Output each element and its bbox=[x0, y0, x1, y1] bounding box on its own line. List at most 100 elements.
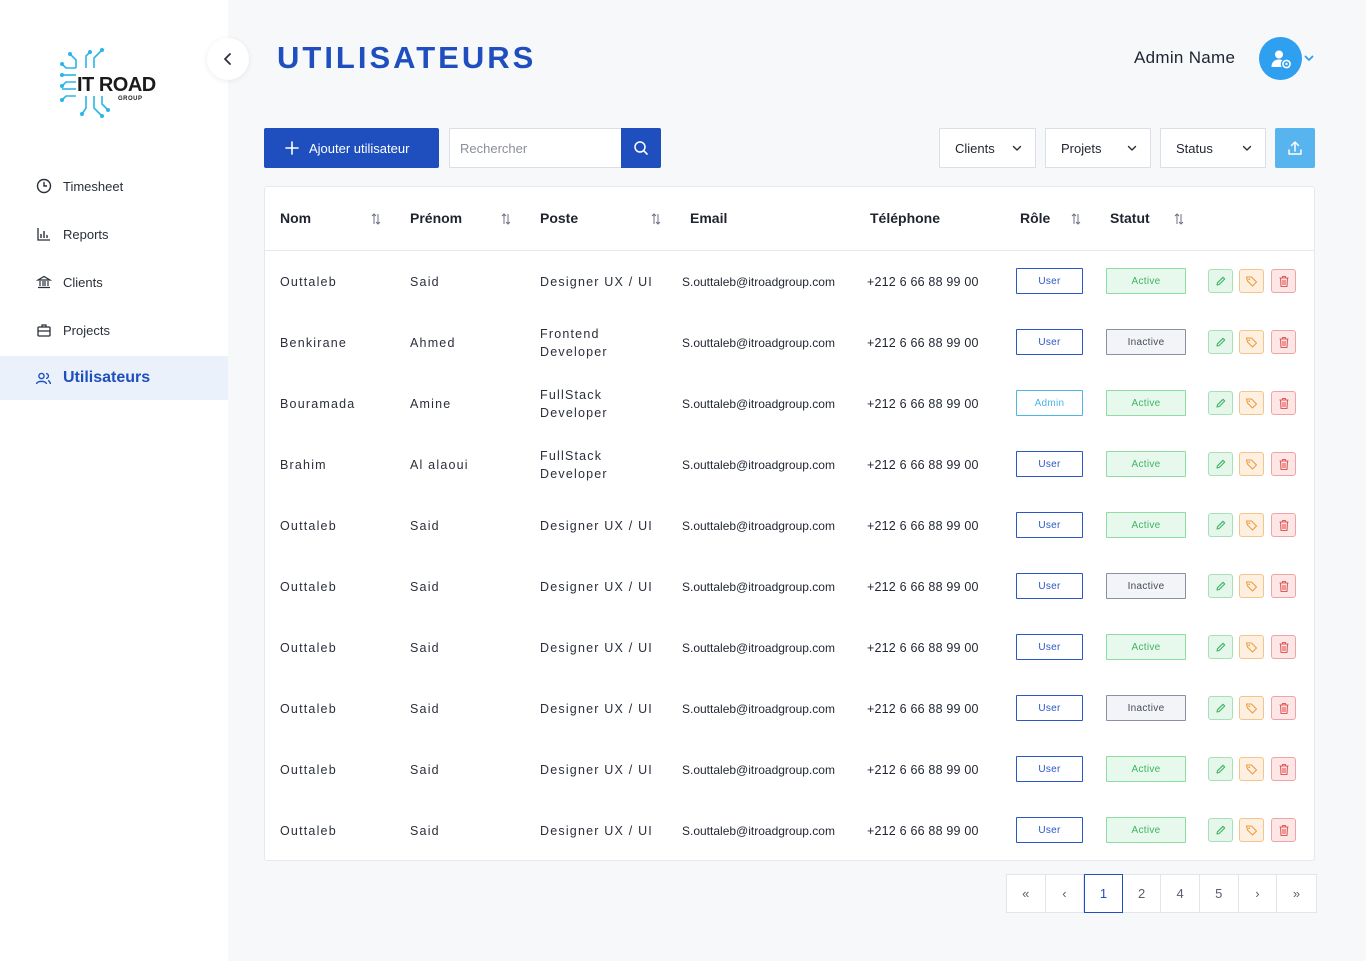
column-header-role[interactable]: Rôle bbox=[1020, 210, 1050, 226]
cell-prenom: Said bbox=[410, 580, 440, 594]
pencil-icon bbox=[1215, 519, 1227, 531]
cell-email: S.outtaleb@itroadgroup.com bbox=[682, 641, 835, 655]
tag-button[interactable] bbox=[1239, 635, 1264, 659]
logo-text: IT ROAD bbox=[77, 74, 156, 96]
admin-avatar[interactable] bbox=[1259, 37, 1302, 80]
tag-button[interactable] bbox=[1239, 574, 1264, 598]
next-page-button[interactable]: › bbox=[1239, 875, 1278, 912]
role-badge: User bbox=[1016, 512, 1083, 538]
trash-icon bbox=[1278, 702, 1290, 715]
sidebar-item-reports[interactable]: Reports bbox=[0, 210, 228, 258]
table-row: Outtaleb Said Designer UX / UI S.outtaleb@i… bbox=[265, 251, 1314, 312]
status-filter-select[interactable]: Status bbox=[1160, 128, 1266, 168]
last-page-button[interactable]: » bbox=[1277, 875, 1316, 912]
cell-prenom: Said bbox=[410, 519, 440, 533]
column-header-email: Email bbox=[690, 210, 728, 226]
cell-nom: Outtaleb bbox=[280, 702, 337, 716]
delete-button[interactable] bbox=[1271, 452, 1296, 476]
cell-email: S.outtaleb@itroadgroup.com bbox=[682, 397, 835, 411]
delete-button[interactable] bbox=[1271, 574, 1296, 598]
sidebar-item-utilisateurs[interactable]: Utilisateurs bbox=[0, 356, 228, 400]
cell-poste-line: Developer bbox=[540, 345, 608, 359]
delete-button[interactable] bbox=[1271, 513, 1296, 537]
export-button[interactable] bbox=[1275, 128, 1315, 168]
delete-button[interactable] bbox=[1271, 269, 1296, 293]
page-button-4[interactable]: 4 bbox=[1161, 875, 1200, 912]
sidebar-item-clients[interactable]: Clients bbox=[0, 258, 228, 306]
cell-prenom: Al alaoui bbox=[410, 458, 469, 472]
collapse-sidebar-button[interactable] bbox=[207, 38, 249, 80]
cell-nom: Outtaleb bbox=[280, 519, 337, 533]
sidebar-item-projects[interactable]: Projects bbox=[0, 306, 228, 354]
tag-icon bbox=[1245, 763, 1258, 775]
delete-button[interactable] bbox=[1271, 330, 1296, 354]
status-badge: Active bbox=[1106, 268, 1186, 294]
cell-poste-line: FullStack bbox=[540, 388, 603, 402]
tag-button[interactable] bbox=[1239, 757, 1264, 781]
delete-button[interactable] bbox=[1271, 635, 1296, 659]
trash-icon bbox=[1278, 641, 1290, 654]
cell-telephone: +212 6 66 88 99 00 bbox=[867, 519, 979, 533]
column-header-prenom[interactable]: Prénom bbox=[410, 210, 462, 226]
edit-button[interactable] bbox=[1208, 757, 1233, 781]
edit-button[interactable] bbox=[1208, 574, 1233, 598]
tag-button[interactable] bbox=[1239, 391, 1264, 415]
add-user-button[interactable]: Ajouter utilisateur bbox=[264, 128, 439, 168]
delete-button[interactable] bbox=[1271, 818, 1296, 842]
edit-button[interactable] bbox=[1208, 696, 1233, 720]
first-page-button[interactable]: « bbox=[1007, 875, 1046, 912]
sort-icon[interactable] bbox=[651, 212, 661, 226]
edit-button[interactable] bbox=[1208, 330, 1233, 354]
tag-button[interactable] bbox=[1239, 696, 1264, 720]
delete-button[interactable] bbox=[1271, 391, 1296, 415]
cell-nom: Outtaleb bbox=[280, 824, 337, 838]
status-badge: Active bbox=[1106, 512, 1186, 538]
sort-icon[interactable] bbox=[371, 212, 381, 226]
tag-button[interactable] bbox=[1239, 818, 1264, 842]
delete-button[interactable] bbox=[1271, 757, 1296, 781]
edit-button[interactable] bbox=[1208, 513, 1233, 537]
sort-icon[interactable] bbox=[1174, 212, 1184, 226]
edit-button[interactable] bbox=[1208, 452, 1233, 476]
edit-button[interactable] bbox=[1208, 818, 1233, 842]
edit-button[interactable] bbox=[1208, 635, 1233, 659]
cell-poste: Designer UX / UI bbox=[540, 641, 653, 655]
clients-filter-select[interactable]: Clients bbox=[939, 128, 1036, 168]
prev-page-button[interactable]: ‹ bbox=[1046, 875, 1085, 912]
page-button-5[interactable]: 5 bbox=[1200, 875, 1239, 912]
sidebar-item-timesheet[interactable]: Timesheet bbox=[0, 162, 228, 210]
cell-telephone: +212 6 66 88 99 00 bbox=[867, 824, 979, 838]
page-title: UTILISATEURS bbox=[277, 40, 537, 75]
role-badge: User bbox=[1016, 756, 1083, 782]
clock-icon bbox=[35, 178, 52, 195]
trash-icon bbox=[1278, 397, 1290, 410]
pencil-icon bbox=[1215, 824, 1227, 836]
search-input[interactable] bbox=[449, 128, 622, 168]
tag-button[interactable] bbox=[1239, 452, 1264, 476]
table-header: Nom Prénom Poste Email Téléphone Rôle St… bbox=[265, 187, 1314, 251]
chevron-down-icon[interactable] bbox=[1303, 52, 1315, 64]
sort-icon[interactable] bbox=[1071, 212, 1081, 226]
status-badge: Active bbox=[1106, 756, 1186, 782]
pencil-icon bbox=[1215, 336, 1227, 348]
delete-button[interactable] bbox=[1271, 696, 1296, 720]
tag-button[interactable] bbox=[1239, 269, 1264, 293]
page-button-1[interactable]: 1 bbox=[1084, 874, 1123, 913]
edit-button[interactable] bbox=[1208, 391, 1233, 415]
edit-button[interactable] bbox=[1208, 269, 1233, 293]
cell-prenom: Said bbox=[410, 641, 440, 655]
tag-button[interactable] bbox=[1239, 330, 1264, 354]
page-button-2[interactable]: 2 bbox=[1123, 875, 1162, 912]
column-header-statut[interactable]: Statut bbox=[1110, 210, 1150, 226]
tag-icon bbox=[1245, 519, 1258, 531]
cell-email: S.outtaleb@itroadgroup.com bbox=[682, 763, 835, 777]
bar-chart-icon bbox=[35, 226, 52, 243]
tag-button[interactable] bbox=[1239, 513, 1264, 537]
users-table: Nom Prénom Poste Email Téléphone Rôle St… bbox=[264, 186, 1315, 861]
cell-telephone: +212 6 66 88 99 00 bbox=[867, 458, 979, 472]
projets-filter-select[interactable]: Projets bbox=[1045, 128, 1151, 168]
column-header-nom[interactable]: Nom bbox=[280, 210, 311, 226]
sort-icon[interactable] bbox=[501, 212, 511, 226]
column-header-poste[interactable]: Poste bbox=[540, 210, 578, 226]
search-button[interactable] bbox=[621, 128, 661, 168]
